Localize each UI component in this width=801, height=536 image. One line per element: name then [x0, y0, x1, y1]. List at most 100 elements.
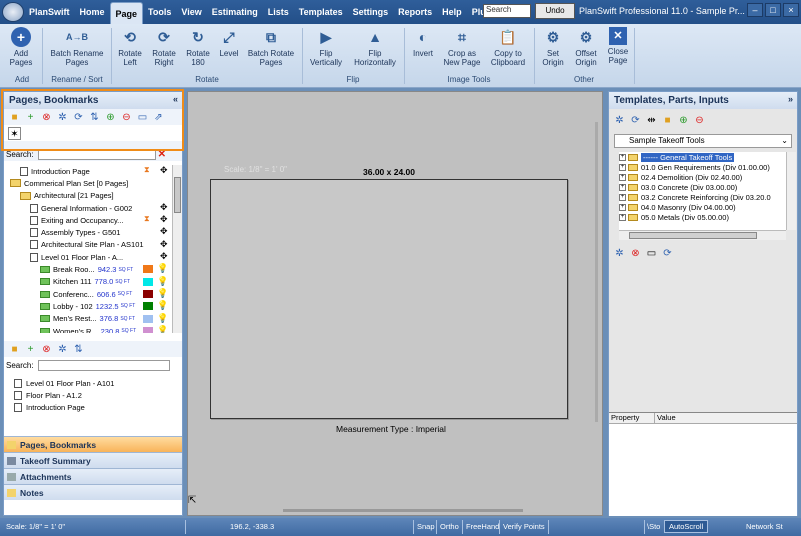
verify-points-toggle[interactable]: Verify Points: [503, 522, 545, 531]
wizard-icon[interactable]: ✶: [8, 126, 21, 140]
tree-row[interactable]: General Information - G002 ✥: [6, 202, 173, 214]
visibility-bulb-icon[interactable]: 💡: [157, 325, 168, 333]
tab-pages-bookmarks[interactable]: Pages, Bookmarks: [4, 436, 182, 452]
bookmark-item[interactable]: Level 01 Floor Plan - A101: [14, 377, 182, 389]
color-swatch[interactable]: [143, 326, 153, 333]
snap-toggle[interactable]: Snap: [417, 522, 435, 531]
settings-icon[interactable]: ✲: [56, 111, 69, 124]
autoscroll-toggle[interactable]: AutoScroll: [664, 520, 709, 533]
tree-row[interactable]: Exiting and Occupancy... ⧗ ✥: [6, 214, 173, 226]
flip-vertically-button[interactable]: ▶ Flip Vertically: [306, 27, 346, 67]
move-icon[interactable]: ✥: [160, 239, 168, 250]
move-icon[interactable]: ✥: [160, 251, 168, 262]
expand-icon[interactable]: +: [619, 213, 626, 221]
expand-icon[interactable]: +: [619, 153, 626, 161]
move-icon[interactable]: ✥: [160, 214, 168, 225]
tree-row[interactable]: Commerical Plan Set [0 Pages]: [6, 177, 173, 189]
canvas-horizontal-scrollbar[interactable]: [283, 509, 523, 512]
menu-page[interactable]: Page: [109, 2, 144, 24]
move-icon[interactable]: ✥: [160, 202, 168, 213]
delete-icon[interactable]: ⊗: [40, 111, 53, 124]
visibility-bulb-icon[interactable]: 💡: [157, 300, 168, 311]
close-page-button[interactable]: ✕ Close Page: [604, 27, 632, 65]
tree-row[interactable]: Lobby - 102 1232.5 SQ FT 💡: [6, 300, 173, 312]
tpl-move-icon[interactable]: ⇹: [645, 114, 658, 127]
parts-settings-icon[interactable]: ✲: [613, 247, 626, 260]
color-swatch[interactable]: [143, 265, 153, 274]
template-item[interactable]: +01.0 Gen Requirements (Div 01.00.00): [619, 162, 786, 172]
tree-row[interactable]: Architectural Site Plan - AS101 ✥: [6, 239, 173, 251]
bookmark-item[interactable]: Introduction Page: [14, 401, 182, 413]
tab-takeoff-summary[interactable]: Takeoff Summary: [4, 452, 182, 468]
visibility-bulb-icon[interactable]: 💡: [157, 288, 168, 299]
expand-icon[interactable]: +: [619, 173, 626, 181]
tree-row[interactable]: Level 01 Floor Plan - A... ✥: [6, 251, 173, 263]
ortho-toggle[interactable]: Ortho: [440, 522, 459, 531]
tree-row[interactable]: Men's Rest... 376.8 SQ FT 💡: [6, 313, 173, 325]
expand-icon[interactable]: +: [619, 203, 626, 211]
bookmark-sort-icon[interactable]: ⇅: [72, 343, 85, 356]
page-settings-icon[interactable]: ▭: [136, 111, 149, 124]
move-icon[interactable]: ✥: [160, 165, 168, 176]
tpl-add-icon[interactable]: ⊕: [677, 114, 690, 127]
invert-button[interactable]: ◐ Invert: [408, 27, 438, 58]
flip-horizontally-button[interactable]: ▲ Flip Horizontally: [350, 27, 400, 67]
tree-row[interactable]: Kitchen 111 778.0 SQ FT 💡: [6, 276, 173, 288]
bookmark-folder-icon[interactable]: ■: [8, 343, 21, 356]
rotate-left-button[interactable]: ⟲ Rotate Left: [114, 27, 146, 67]
collapse-icon[interactable]: ⊖: [120, 111, 133, 124]
parts-refresh-icon[interactable]: ⟳: [661, 247, 674, 260]
color-swatch[interactable]: [143, 277, 153, 286]
clear-search-icon[interactable]: ✕: [158, 149, 166, 160]
expand-icon[interactable]: ⊕: [104, 111, 117, 124]
collapse-panel-button[interactable]: «: [173, 94, 178, 104]
collapse-right-panel-button[interactable]: »: [788, 94, 793, 104]
canvas-vertical-scrollbar[interactable]: [595, 122, 598, 422]
global-search-input[interactable]: Search: [483, 4, 531, 18]
add-pages-button[interactable]: + Add Pages: [6, 27, 36, 67]
bookmarks-search-input[interactable]: [37, 359, 170, 371]
crop-as-new-page-button[interactable]: ⌗ Crop as New Page: [440, 27, 484, 67]
parts-delete-icon[interactable]: ⊗: [629, 247, 642, 260]
copy-to-clipboard-button[interactable]: 📋 Copy to Clipboard: [486, 27, 530, 67]
menu-settings[interactable]: Settings: [348, 1, 394, 23]
expand-icon[interactable]: +: [619, 183, 626, 191]
tpl-refresh-icon[interactable]: ⟳: [629, 114, 642, 127]
open-external-icon[interactable]: ⇗: [152, 111, 165, 124]
template-item[interactable]: + ------ General Takeoff Tools: [619, 152, 786, 162]
plan-sheet[interactable]: [210, 179, 568, 419]
offset-origin-button[interactable]: ⚙ Offset Origin: [570, 27, 602, 67]
color-swatch[interactable]: [143, 289, 153, 298]
color-swatch[interactable]: [143, 314, 153, 323]
sort-icon[interactable]: ⇅: [88, 111, 101, 124]
folder-icon[interactable]: ■: [8, 111, 21, 124]
visibility-bulb-icon[interactable]: 💡: [157, 276, 168, 287]
templates-hscrollbar[interactable]: [619, 230, 786, 240]
drawing-canvas[interactable]: Scale: 1/8" = 1' 0" 36.00 x 24.00 Measur…: [187, 91, 603, 516]
template-item[interactable]: +03.0 Concrete (Div 03.00.00): [619, 182, 786, 192]
tree-row[interactable]: Break Roo... 942.3 SQ FT 💡: [6, 263, 173, 275]
templates-scrollbar[interactable]: [786, 152, 796, 230]
parts-view-icon[interactable]: ▭: [645, 247, 658, 260]
tree-row[interactable]: Assembly Types - G501 ✥: [6, 226, 173, 238]
rotate-180-button[interactable]: ↻ Rotate 180: [182, 27, 214, 67]
template-item[interactable]: +03.2 Concrete Reinforcing (Div 03.20.0: [619, 192, 786, 202]
app-menu-button[interactable]: [2, 2, 24, 22]
batch-rotate-pages-button[interactable]: ⧉ Batch Rotate Pages: [246, 27, 296, 67]
tree-row[interactable]: Conferenc... 606.6 SQ FT 💡: [6, 288, 173, 300]
color-swatch[interactable]: [143, 302, 153, 311]
tree-row[interactable]: Architectural [21 Pages]: [6, 190, 173, 202]
bookmark-delete-icon[interactable]: ⊗: [40, 343, 53, 356]
menu-reports[interactable]: Reports: [393, 1, 437, 23]
bookmark-item[interactable]: Floor Plan - A1.2: [14, 389, 182, 401]
bookmark-add-icon[interactable]: +: [24, 343, 37, 356]
freehand-toggle[interactable]: FreeHand: [466, 522, 499, 531]
undo-button[interactable]: Undo: [535, 3, 575, 19]
minimize-button[interactable]: –: [747, 3, 763, 17]
tpl-folder-icon[interactable]: ■: [661, 114, 674, 127]
move-icon[interactable]: ✥: [160, 226, 168, 237]
expand-icon[interactable]: +: [619, 193, 626, 201]
tree-row[interactable]: Introduction Page ⧗ ✥: [6, 165, 173, 177]
menu-home[interactable]: Home: [75, 1, 110, 23]
tpl-remove-icon[interactable]: ⊖: [693, 114, 706, 127]
